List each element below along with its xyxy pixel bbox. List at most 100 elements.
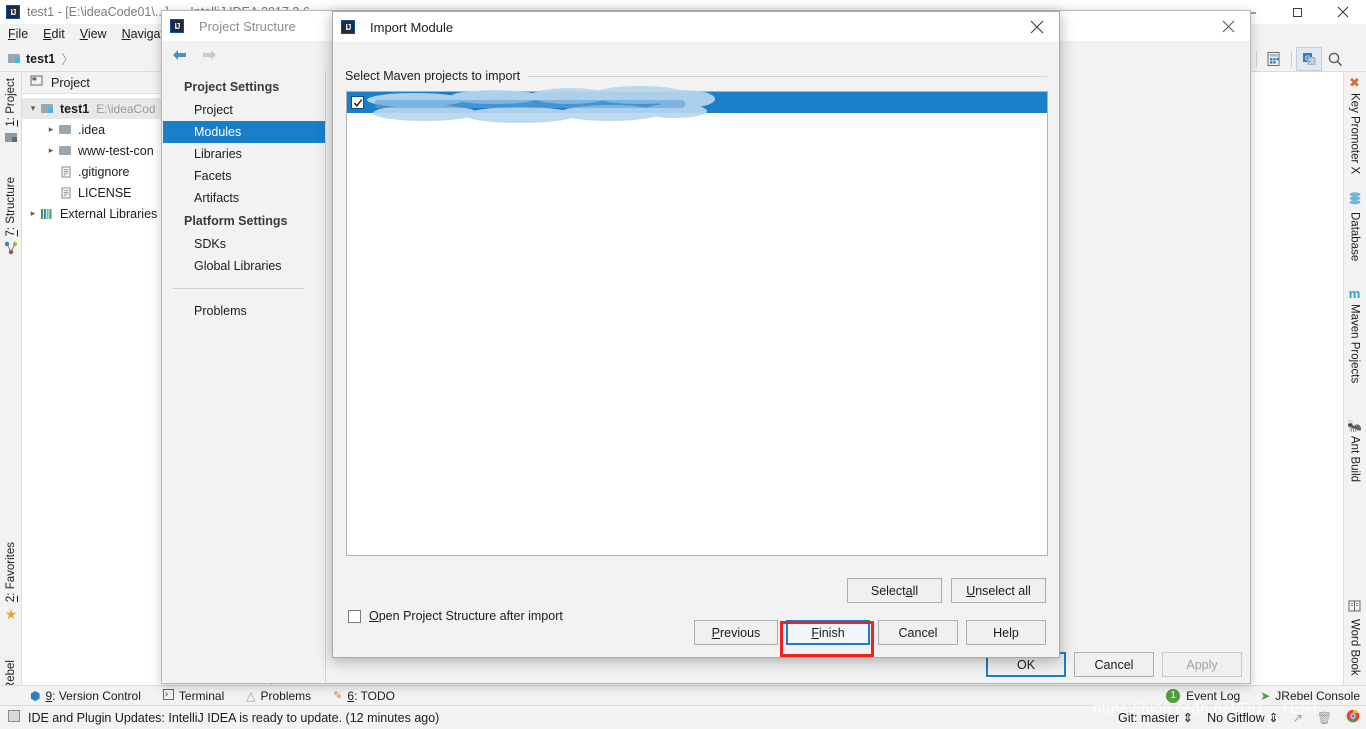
project-tool-window-title: Project [51, 75, 90, 90]
import-module-dialog: IJ Import Module Select Maven projects t… [332, 11, 1060, 658]
sidebar-divider [173, 288, 304, 289]
toolbar-divider [1256, 51, 1257, 67]
sidebar-group-project-settings: Project Settings [184, 80, 280, 94]
sidebar-item-ant-build[interactable]: 🐜 Ant Build [1345, 420, 1364, 482]
search-icon[interactable] [1322, 47, 1348, 71]
menu-file-rest: ile [15, 27, 29, 41]
status-tool-todo[interactable]: ✎ 6: TODO [333, 689, 395, 703]
sidebar-item-word-book[interactable]: Word Book [1345, 600, 1364, 676]
libraries-icon [40, 208, 55, 220]
module-icon [8, 53, 21, 64]
watermark: https://blog.csdn.net/DD__TEST [1093, 700, 1321, 717]
chevron-down-icon[interactable]: ▾ [26, 103, 40, 114]
menu-file[interactable]: File [8, 27, 28, 41]
sidebar-item-word-book-label: Word Book [1348, 619, 1361, 676]
todo-icon: ✎ [333, 690, 343, 702]
sidebar-item-global-libraries[interactable]: Global Libraries [163, 255, 325, 277]
maven-projects-list[interactable] [346, 86, 1048, 556]
arrow-left-icon[interactable] [171, 48, 188, 65]
cancel-button[interactable]: Cancel [1074, 652, 1154, 677]
module-icon [40, 103, 55, 115]
word-book-icon [1348, 600, 1361, 615]
close-icon[interactable] [1320, 0, 1366, 24]
finish-button-highlight [780, 621, 874, 657]
sidebar-item-key-promoter-label: Key Promoter X [1348, 93, 1361, 175]
status-tool-problems-label: Problems [260, 688, 312, 703]
tree-node-idea-label: .idea [78, 122, 106, 137]
chevron-right-icon[interactable]: ▸ [44, 145, 58, 156]
open-project-structure-checkbox[interactable] [348, 609, 361, 623]
import-module-title: Import Module [370, 19, 454, 35]
status-message[interactable]: IDE and Plugin Updates: IntelliJ IDEA is… [28, 711, 439, 725]
tree-node-license-label: LICENSE [78, 185, 132, 200]
structure-icon [4, 241, 18, 258]
status-tool-version-control-label: 9: Version Control [45, 688, 141, 703]
sidebar-item-sdks[interactable]: SDKs [163, 233, 325, 255]
section-header-rule [528, 75, 1047, 77]
sidebar-item-project[interactable]: 1: Project [2, 78, 20, 143]
close-icon[interactable] [1015, 12, 1059, 42]
version-control-icon: ⬢ [30, 688, 41, 703]
sidebar-item-key-promoter[interactable]: ✖ Key Promoter X [1345, 76, 1364, 174]
sidebar-item-structure-label: 7: Structure [5, 177, 17, 237]
tree-node-test1-label: test1 [60, 101, 90, 116]
cancel-button[interactable]: Cancel [878, 620, 958, 645]
sidebar-item-project[interactable]: Project [163, 99, 325, 121]
sidebar-item-modules[interactable]: Modules [163, 121, 325, 143]
maximize-icon[interactable] [1274, 0, 1320, 24]
help-button[interactable]: Help [966, 620, 1046, 645]
toolbar-divider-2 [1291, 51, 1292, 67]
chrome-icon[interactable] [1346, 709, 1360, 726]
google-translate-icon[interactable]: G文 [1296, 47, 1322, 71]
intellij-idea-icon: IJ [6, 5, 20, 19]
list-select-actions: Select a ll Unselect all [847, 578, 1046, 603]
open-project-structure-checkbox-row[interactable]: Open Project Structure after import [348, 609, 563, 623]
project-structure-sidebar: Project Settings Project Modules Librari… [163, 71, 326, 682]
menu-view[interactable]: View [80, 27, 107, 41]
previous-button[interactable]: Previous [694, 620, 778, 645]
unselect-all-button[interactable]: Unselect all [951, 578, 1046, 603]
sidebar-item-ant-build-label: Ant Build [1348, 436, 1361, 483]
breadcrumb-project[interactable]: test1 [26, 52, 55, 66]
svg-text:文: 文 [1309, 57, 1315, 65]
project-view-icon [30, 75, 44, 90]
tree-node-gitignore-label: .gitignore [78, 164, 130, 179]
build-module-icon[interactable] [1261, 47, 1287, 71]
sidebar-item-problems[interactable]: Problems [163, 300, 325, 322]
sidebar-item-facets[interactable]: Facets [163, 165, 325, 187]
left-tool-strip: 1: Project 7: Structure 2: Favorites ★ J… [0, 72, 22, 714]
project-structure-title: Project Structure [199, 18, 296, 34]
sidebar-item-structure[interactable]: 7: Structure [2, 177, 20, 258]
status-tool-problems[interactable]: △ Problems [246, 689, 311, 703]
status-tool-terminal[interactable]: Terminal [162, 688, 224, 703]
status-tool-version-control[interactable]: ⬢ 9: Version Control [30, 689, 141, 703]
list-item[interactable] [347, 92, 1047, 113]
chevron-right-icon[interactable]: ▸ [44, 124, 58, 135]
section-header-label: Select Maven projects to import [345, 69, 521, 83]
sidebar-item-database[interactable]: Database [1345, 192, 1364, 261]
project-icon [4, 132, 18, 143]
close-icon[interactable] [1206, 11, 1250, 41]
folder-icon [58, 124, 73, 136]
sidebar-item-database-label: Database [1348, 212, 1361, 262]
ant-icon: 🐜 [1347, 419, 1362, 433]
sidebar-item-libraries[interactable]: Libraries [163, 143, 325, 165]
database-icon [1348, 192, 1362, 208]
section-header: Select Maven projects to import [345, 68, 1047, 84]
select-all-button[interactable]: Select a ll [847, 578, 942, 603]
open-project-structure-label: Open Project Structure after import [369, 609, 563, 623]
sidebar-item-favorites[interactable]: 2: Favorites ★ [2, 542, 20, 621]
arrow-right-icon[interactable] [201, 48, 218, 65]
sidebar-item-artifacts[interactable]: Artifacts [163, 187, 325, 209]
star-icon: ★ [4, 606, 18, 623]
sidebar-item-maven[interactable]: m Maven Projects [1345, 287, 1364, 383]
warning-icon: △ [246, 688, 256, 703]
sidebar-item-maven-label: Maven Projects [1348, 304, 1361, 384]
update-icon [8, 710, 20, 725]
list-item-checkbox[interactable] [351, 96, 364, 109]
menu-edit[interactable]: Edit [43, 27, 65, 41]
tree-node-www-test-label: www-test-con [78, 143, 154, 158]
right-tool-strip: ✖ Key Promoter X Database m Maven Projec… [1343, 72, 1366, 685]
intellij-idea-icon: IJ [170, 19, 184, 33]
chevron-right-icon[interactable]: ▸ [26, 208, 40, 219]
